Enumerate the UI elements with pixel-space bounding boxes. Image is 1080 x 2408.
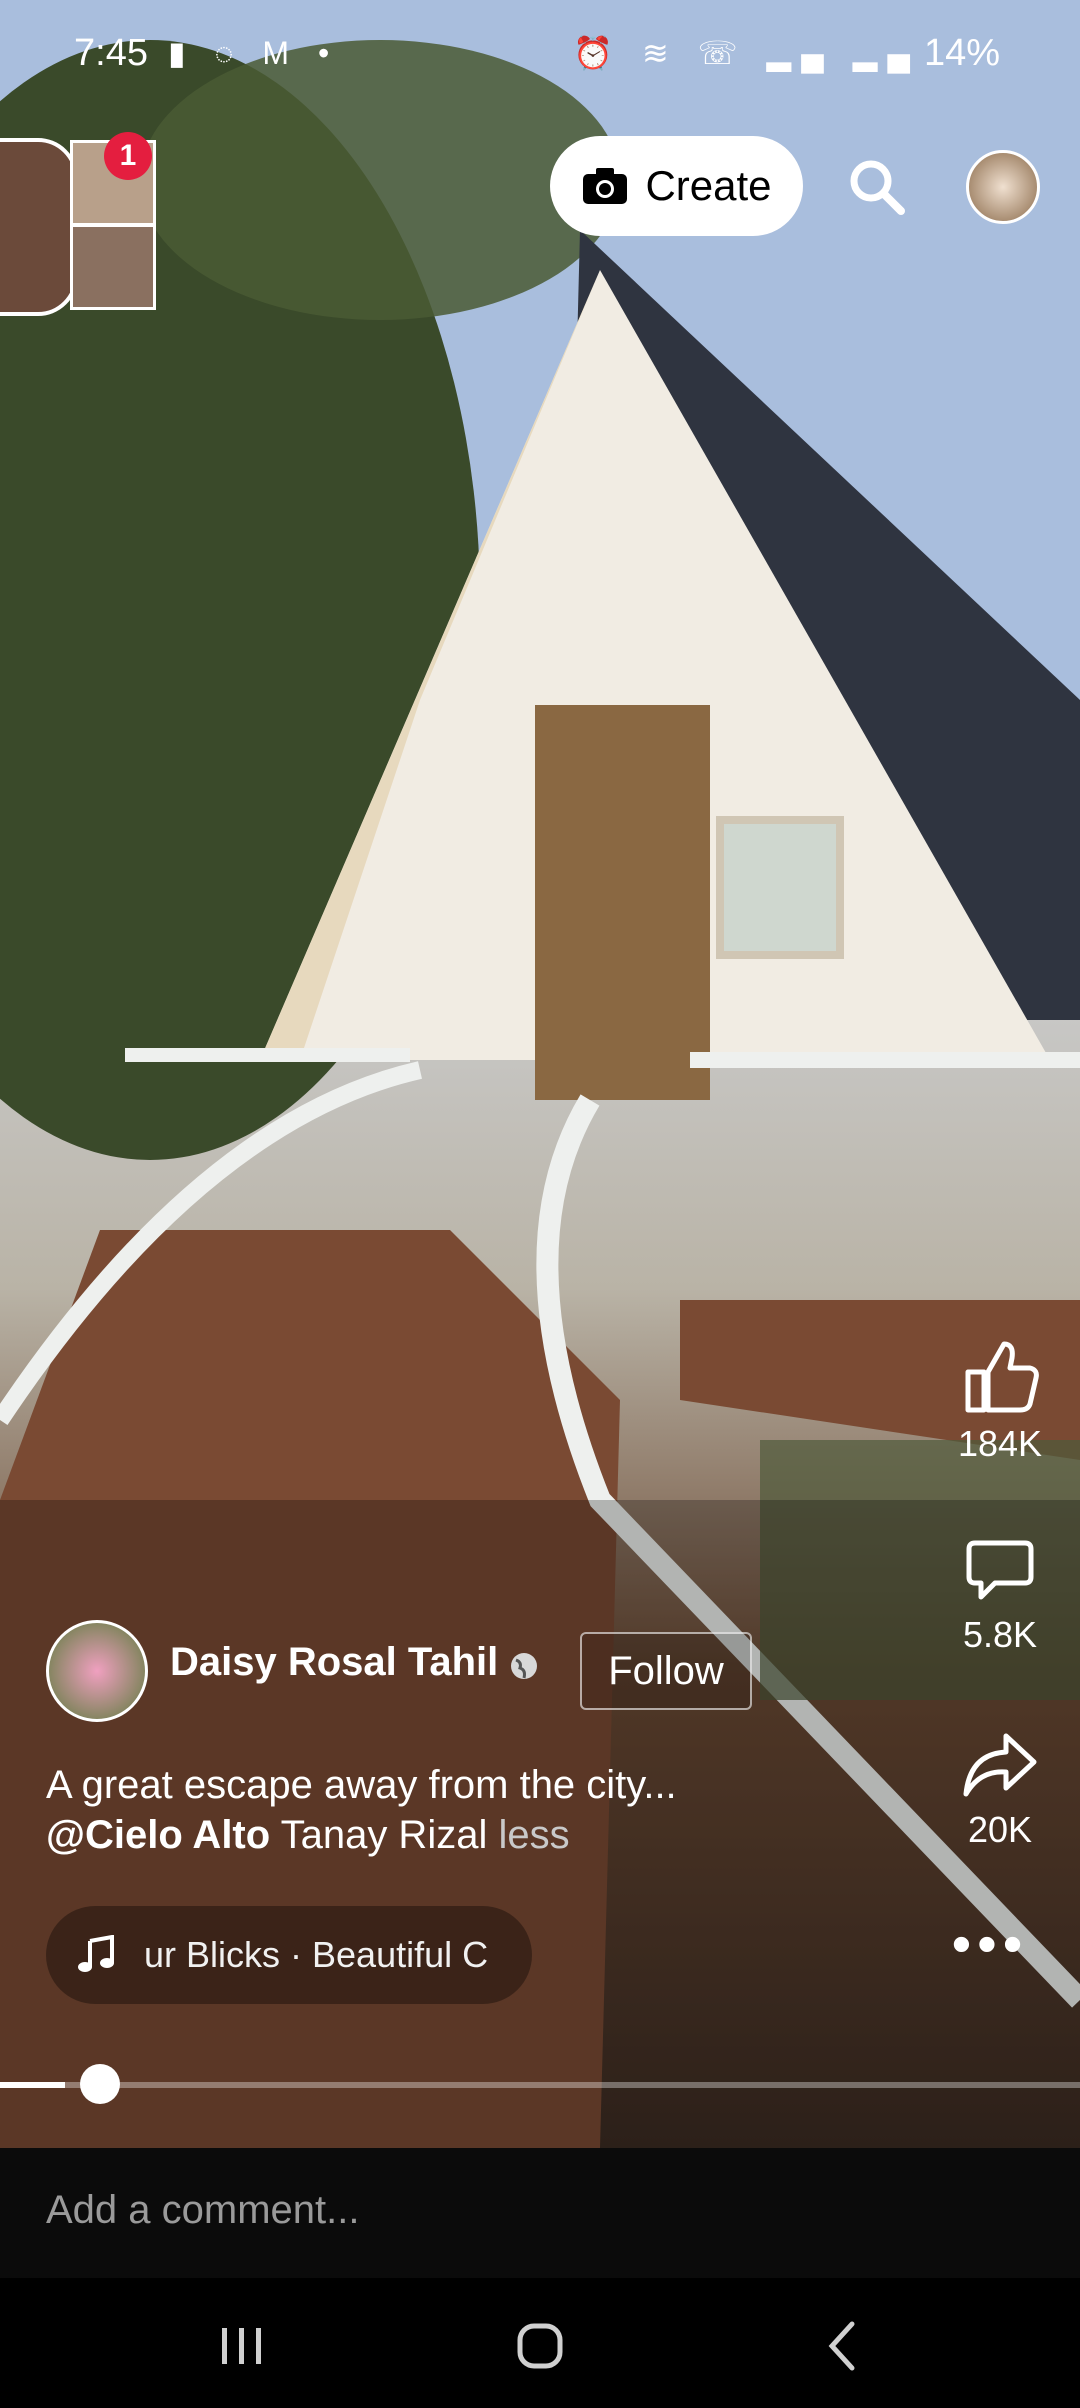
add-comment-input[interactable]: Add a comment... [46, 2188, 359, 2233]
comment-action[interactable]: 5.8K [920, 1535, 1080, 1656]
create-label: Create [645, 162, 772, 209]
comment-count: 5.8K [962, 1614, 1038, 1655]
share-count: 20K [967, 1809, 1033, 1850]
less-link[interactable]: less [498, 1813, 569, 1857]
like-count: 184K [957, 1423, 1043, 1464]
stories-avatars[interactable]: 1 [0, 128, 160, 316]
share-icon [963, 1733, 1037, 1797]
comment-bar: Add a comment... [0, 2148, 1080, 2278]
post-caption[interactable]: A great escape away from the city... @Ci… [46, 1760, 926, 1860]
status-bar: 7:45 ▮ ◌ M • ⏰ ≋ ☏ ▂▄ ▂▄ 14% [0, 0, 1080, 110]
alarm-icon: ⏰ [573, 35, 624, 71]
author-avatar[interactable] [46, 1620, 148, 1722]
signal-icon: ▂▄ [852, 35, 920, 71]
caption-line-2: @Cielo Alto Tanay Rizal less [46, 1810, 926, 1860]
caption-rest: Tanay Rizal [270, 1813, 499, 1857]
video-progress-knob[interactable] [80, 2064, 120, 2104]
home-icon[interactable] [500, 2306, 580, 2386]
dot-icon: • [317, 35, 340, 71]
call-icon: ☏ [697, 35, 748, 71]
battery-level: 14% [923, 32, 1000, 74]
back-icon[interactable] [804, 2306, 884, 2386]
comment-icon [966, 1540, 1034, 1600]
like-action[interactable]: 184K [920, 1338, 1080, 1465]
gmail-icon: M [262, 35, 300, 71]
friend-avatar[interactable] [70, 224, 156, 310]
status-time: 7:45 [74, 32, 148, 74]
like-icon [965, 1341, 1039, 1413]
share-action[interactable]: 20K [920, 1730, 1080, 1851]
follow-button[interactable]: Follow [580, 1632, 752, 1710]
more-options-icon[interactable]: ••• [950, 1916, 1030, 1974]
alert-icon: ▮ [168, 35, 196, 71]
video-progress-bar[interactable] [0, 2082, 1080, 2088]
mention-link[interactable]: @Cielo Alto [46, 1813, 270, 1857]
globe-icon [511, 1653, 537, 1679]
notification-badge: 1 [104, 132, 152, 180]
reel-screen: 7:45 ▮ ◌ M • ⏰ ≋ ☏ ▂▄ ▂▄ 14% 1 Create 18… [0, 0, 1080, 2408]
create-button[interactable]: Create [550, 136, 803, 236]
recent-apps-icon[interactable] [202, 2306, 282, 2386]
author-name[interactable]: Daisy Rosal Tahil [170, 1640, 498, 1685]
music-note-icon [78, 1935, 114, 1972]
search-icon[interactable] [846, 156, 906, 216]
wifi-icon: ≋ [641, 35, 679, 71]
signal-icon: ▂▄ [766, 35, 834, 71]
music-attribution[interactable]: ur Blicks · Beautiful C [46, 1906, 532, 2004]
video-progress-fill [0, 2082, 65, 2088]
music-text: ur Blicks · Beautiful C [144, 1934, 489, 1975]
story-avatar[interactable] [0, 138, 78, 316]
profile-avatar[interactable] [966, 150, 1040, 224]
system-icons: ⏰ ≋ ☏ ▂▄ ▂▄ [573, 34, 920, 72]
system-navigation-bar [0, 2278, 1080, 2408]
whatsapp-icon: ◌ [214, 35, 244, 71]
notification-icons: ▮ ◌ M • [168, 34, 339, 72]
camera-icon [583, 168, 628, 204]
caption-line-1: A great escape away from the city... [46, 1763, 677, 1807]
